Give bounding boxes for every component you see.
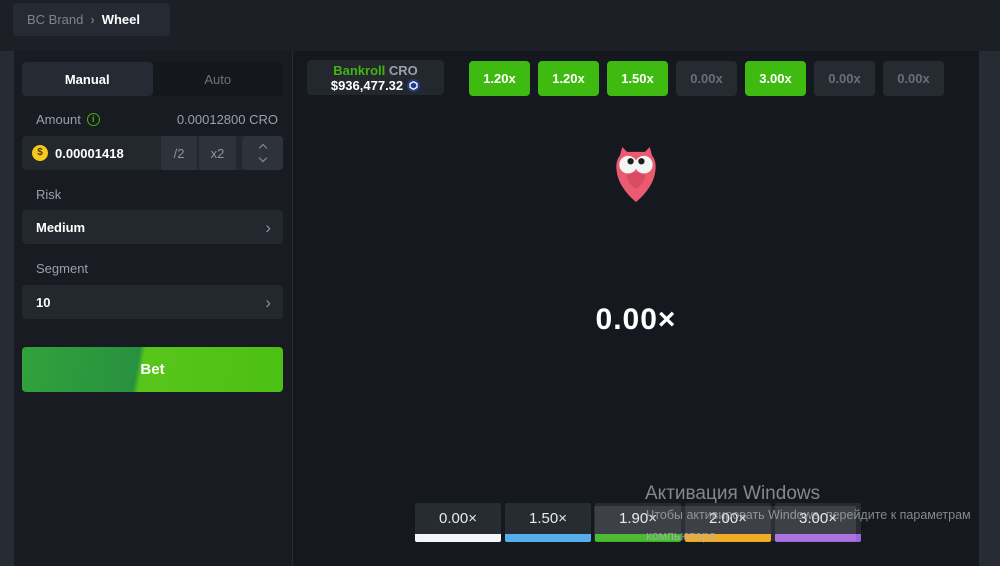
wheel-game-page: BC Brand › Wheel Manual Auto Amount i 0.… bbox=[0, 0, 1000, 566]
legend-cell[interactable]: 3.00× bbox=[775, 503, 861, 542]
amount-label: Amount bbox=[36, 112, 81, 127]
segment-select[interactable]: 10 › bbox=[22, 285, 283, 319]
owl-mascot-icon bbox=[614, 147, 658, 204]
amount-input[interactable]: 0.00001418 bbox=[55, 146, 161, 161]
result-history: 1.20x 1.20x 1.50x 0.00x 3.00x 0.00x 0.00… bbox=[469, 61, 944, 96]
legend-cell[interactable]: 2.00× bbox=[685, 503, 771, 542]
legend-label: 1.50× bbox=[505, 503, 591, 534]
info-icon[interactable]: i bbox=[87, 113, 100, 126]
history-multiplier-button[interactable]: 3.00x bbox=[745, 61, 806, 96]
history-multiplier-button[interactable]: 1.20x bbox=[538, 61, 599, 96]
legend-cell[interactable]: 0.00× bbox=[415, 503, 501, 542]
game-area: Bankroll CRO $936,477.32 1.20x 1.20x 1.5… bbox=[293, 51, 979, 566]
history-multiplier-button[interactable]: 1.50x bbox=[607, 61, 668, 96]
segment-label: Segment bbox=[36, 261, 88, 276]
legend-label: 0.00× bbox=[415, 503, 501, 534]
bankroll-title: Bankroll CRO bbox=[333, 63, 418, 78]
half-amount-button[interactable]: /2 bbox=[161, 136, 197, 170]
breadcrumb-current-page: Wheel bbox=[102, 12, 140, 27]
bankroll-chip: Bankroll CRO $936,477.32 bbox=[307, 60, 444, 95]
risk-value: Medium bbox=[36, 220, 85, 235]
legend-label: 3.00× bbox=[775, 503, 861, 534]
legend-color-bar bbox=[685, 534, 771, 542]
risk-label-row: Risk bbox=[22, 187, 283, 202]
legend-label: 1.90× bbox=[595, 503, 681, 534]
bankroll-balance: $936,477.32 bbox=[331, 78, 403, 93]
chevron-down-icon[interactable] bbox=[258, 154, 266, 162]
legend-color-bar bbox=[595, 534, 681, 542]
history-multiplier-button[interactable]: 0.00x bbox=[883, 61, 944, 96]
legend-cell[interactable]: 1.50× bbox=[505, 503, 591, 542]
segment-value: 10 bbox=[36, 295, 50, 310]
risk-label: Risk bbox=[36, 187, 61, 202]
current-multiplier: 0.00× bbox=[293, 303, 979, 337]
legend-label: 2.00× bbox=[685, 503, 771, 534]
breadcrumb-separator-icon: › bbox=[90, 12, 94, 27]
mode-tabs: Manual Auto bbox=[22, 62, 283, 96]
bankroll-label: Bankroll bbox=[333, 63, 385, 78]
amount-max-value: 0.00012800 CRO bbox=[177, 112, 278, 127]
breadcrumb: BC Brand › Wheel bbox=[13, 3, 170, 36]
history-multiplier-button[interactable]: 1.20x bbox=[469, 61, 530, 96]
double-amount-button[interactable]: x2 bbox=[199, 136, 236, 170]
amount-label-row: Amount i 0.00012800 CRO bbox=[22, 112, 283, 127]
workspace: Manual Auto Amount i 0.00012800 CRO $ 0.… bbox=[0, 51, 1000, 566]
chevron-right-icon: › bbox=[265, 294, 271, 311]
bankroll-currency: CRO bbox=[389, 63, 418, 78]
amount-stepper[interactable] bbox=[242, 136, 283, 170]
bet-button[interactable]: Bet bbox=[22, 347, 283, 392]
dollar-coin-icon: $ bbox=[32, 145, 48, 161]
chevron-up-icon[interactable] bbox=[258, 144, 266, 152]
history-multiplier-button[interactable]: 0.00x bbox=[676, 61, 737, 96]
tab-manual[interactable]: Manual bbox=[22, 62, 153, 96]
segment-label-row: Segment bbox=[22, 261, 283, 276]
multiplier-legend: 0.00× 1.50× 1.90× 2.00× 3.00× bbox=[415, 503, 861, 542]
risk-select[interactable]: Medium › bbox=[22, 210, 283, 244]
chevron-right-icon: › bbox=[265, 219, 271, 236]
legend-color-bar bbox=[505, 534, 591, 542]
tab-auto[interactable]: Auto bbox=[153, 62, 284, 96]
legend-color-bar bbox=[415, 534, 501, 542]
bet-panel: Manual Auto Amount i 0.00012800 CRO $ 0.… bbox=[14, 51, 292, 566]
legend-cell[interactable]: 1.90× bbox=[595, 503, 681, 542]
legend-color-bar bbox=[775, 534, 861, 542]
amount-input-row: $ 0.00001418 /2 x2 bbox=[22, 136, 283, 170]
bankroll-balance-row: $936,477.32 bbox=[331, 78, 420, 93]
windows-watermark-title: Активация Windows bbox=[645, 483, 820, 505]
breadcrumb-brand-link[interactable]: BC Brand bbox=[27, 12, 83, 27]
cro-coin-icon bbox=[407, 79, 420, 92]
history-multiplier-button[interactable]: 0.00x bbox=[814, 61, 875, 96]
